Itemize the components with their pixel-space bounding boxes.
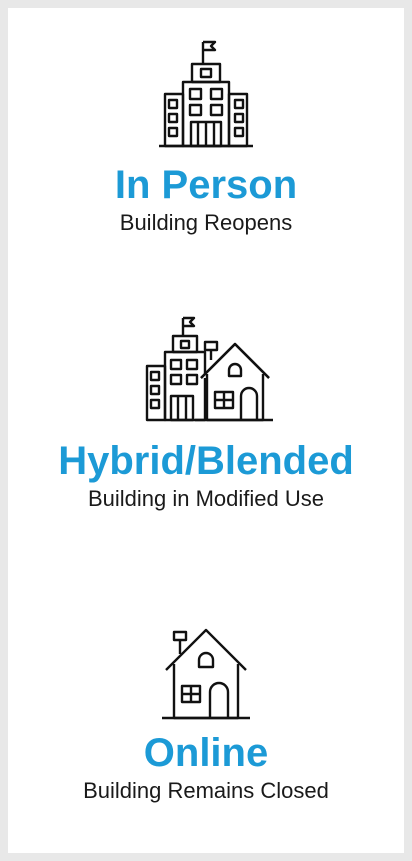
option-title: In Person [114,163,298,207]
learning-options-card: In Person Building Reopens Hybrid/Blende… [8,8,404,853]
option-subtitle: Building Remains Closed [83,778,329,803]
option-hybrid-blended: Hybrid/Blended Building in Modified Use [8,312,404,512]
option-title: Online [143,731,269,775]
option-in-person: In Person Building Reopens [8,36,404,236]
option-online: Online Building Remains Closed [8,624,404,804]
option-subtitle: Building Reopens [119,210,293,235]
option-subtitle: Building in Modified Use [87,486,325,511]
house-icon [162,628,250,720]
school-building-icon [159,40,253,148]
school-and-house-icon [145,316,273,422]
option-title: Hybrid/Blended [58,439,354,483]
